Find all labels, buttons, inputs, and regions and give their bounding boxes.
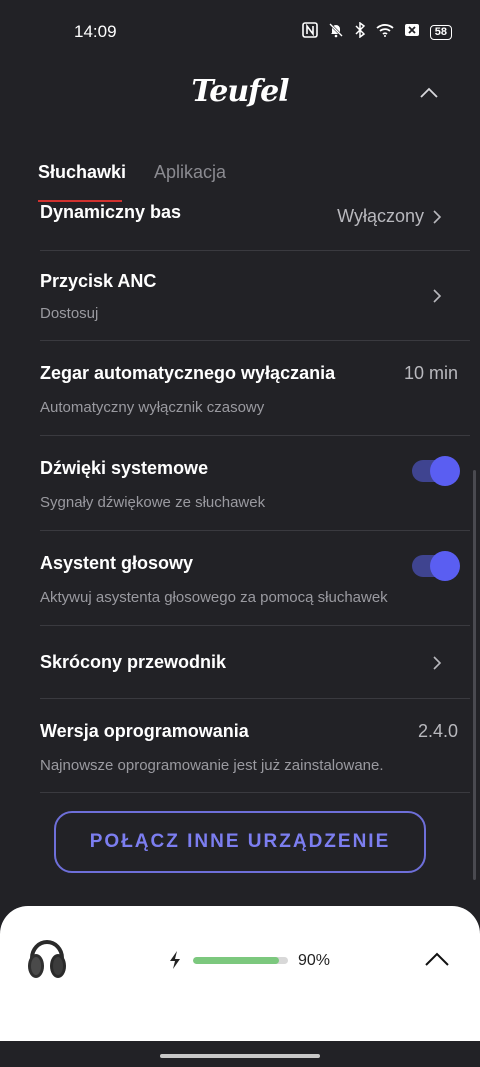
setting-title: Dźwięki systemowe bbox=[40, 458, 209, 478]
setting-title: Przycisk ANC bbox=[40, 271, 157, 291]
status-time: 14:09 bbox=[74, 22, 117, 41]
setting-system-sounds: Dźwięki systemowe Sygnały dźwiękowe ze s… bbox=[40, 436, 470, 531]
setting-value: Wyłączony bbox=[337, 206, 424, 226]
setting-subtitle: Dostosuj bbox=[40, 305, 99, 322]
battery-status: 58 bbox=[429, 25, 452, 40]
battery-level-fill bbox=[193, 957, 279, 964]
brand-logo: Teufel bbox=[191, 74, 289, 109]
chevron-up-icon bbox=[420, 87, 438, 98]
device-bottom-sheet: 90% bbox=[0, 906, 480, 1041]
setting-title: Zegar automatycznego wyłączania bbox=[40, 363, 336, 383]
collapse-header-button[interactable] bbox=[418, 82, 440, 104]
chevron-right-icon bbox=[433, 210, 442, 224]
battery-percent: 90% bbox=[298, 952, 331, 969]
expand-sheet-button[interactable] bbox=[424, 950, 450, 968]
system-sounds-toggle[interactable] bbox=[412, 456, 460, 486]
setting-title: Skrócony przewodnik bbox=[40, 652, 227, 672]
voice-assistant-toggle[interactable] bbox=[412, 551, 460, 581]
settings-list: Dynamiczny bas Wyłączony Przycisk ANC Do… bbox=[0, 196, 470, 793]
setting-title: Wersja oprogramowania bbox=[40, 721, 249, 741]
setting-dynamic-bass[interactable]: Dynamiczny bas Wyłączony bbox=[40, 196, 470, 251]
setting-auto-off-timer[interactable]: Zegar automatycznego wyłączania 10 min A… bbox=[40, 341, 470, 436]
scrollbar[interactable] bbox=[473, 470, 476, 880]
chevron-right-icon bbox=[433, 656, 442, 670]
wifi-icon bbox=[376, 23, 394, 42]
status-icons: 58 bbox=[301, 21, 452, 43]
connect-other-device-button[interactable]: POŁĄCZ INNE URZĄDZENIE bbox=[54, 811, 426, 873]
navigation-bar bbox=[0, 1041, 480, 1067]
setting-subtitle: Sygnały dźwiękowe ze słuchawek bbox=[40, 494, 266, 511]
toggle-knob bbox=[430, 456, 460, 486]
setting-title: Dynamiczny bas bbox=[40, 202, 182, 222]
nfc-icon bbox=[301, 22, 318, 43]
setting-subtitle: Aktywuj asystenta głosowego za pomocą sł… bbox=[40, 589, 388, 606]
header: Teufel bbox=[0, 64, 480, 134]
headphones-image bbox=[24, 932, 70, 984]
setting-anc-button[interactable]: Przycisk ANC Dostosuj bbox=[40, 251, 470, 341]
home-indicator[interactable] bbox=[160, 1054, 320, 1058]
setting-quick-guide[interactable]: Skrócony przewodnik bbox=[40, 626, 470, 699]
setting-title: Asystent głosowy bbox=[40, 553, 194, 573]
status-bar: 14:09 58 bbox=[0, 0, 480, 64]
chevron-up-icon bbox=[425, 952, 449, 966]
toggle-knob bbox=[430, 551, 460, 581]
setting-value: 10 min bbox=[403, 363, 458, 383]
setting-value: 2.4.0 bbox=[417, 721, 458, 741]
tab-app[interactable]: Aplikacja bbox=[154, 162, 226, 183]
mute-icon bbox=[328, 22, 344, 43]
setting-subtitle: Automatyczny wyłącznik czasowy bbox=[40, 399, 265, 416]
tab-headphones[interactable]: Słuchawki bbox=[38, 162, 126, 183]
setting-subtitle: Najnowsze oprogramowanie jest już zainst… bbox=[40, 757, 384, 774]
charging-icon bbox=[170, 951, 180, 969]
chevron-right-icon bbox=[433, 289, 442, 303]
battery-level-bar bbox=[193, 957, 288, 964]
bluetooth-icon bbox=[354, 21, 366, 43]
close-box-icon bbox=[404, 23, 420, 42]
setting-firmware-version[interactable]: Wersja oprogramowania 2.4.0 Najnowsze op… bbox=[40, 699, 470, 793]
setting-voice-assistant: Asystent głosowy Aktywuj asystenta głoso… bbox=[40, 531, 470, 626]
